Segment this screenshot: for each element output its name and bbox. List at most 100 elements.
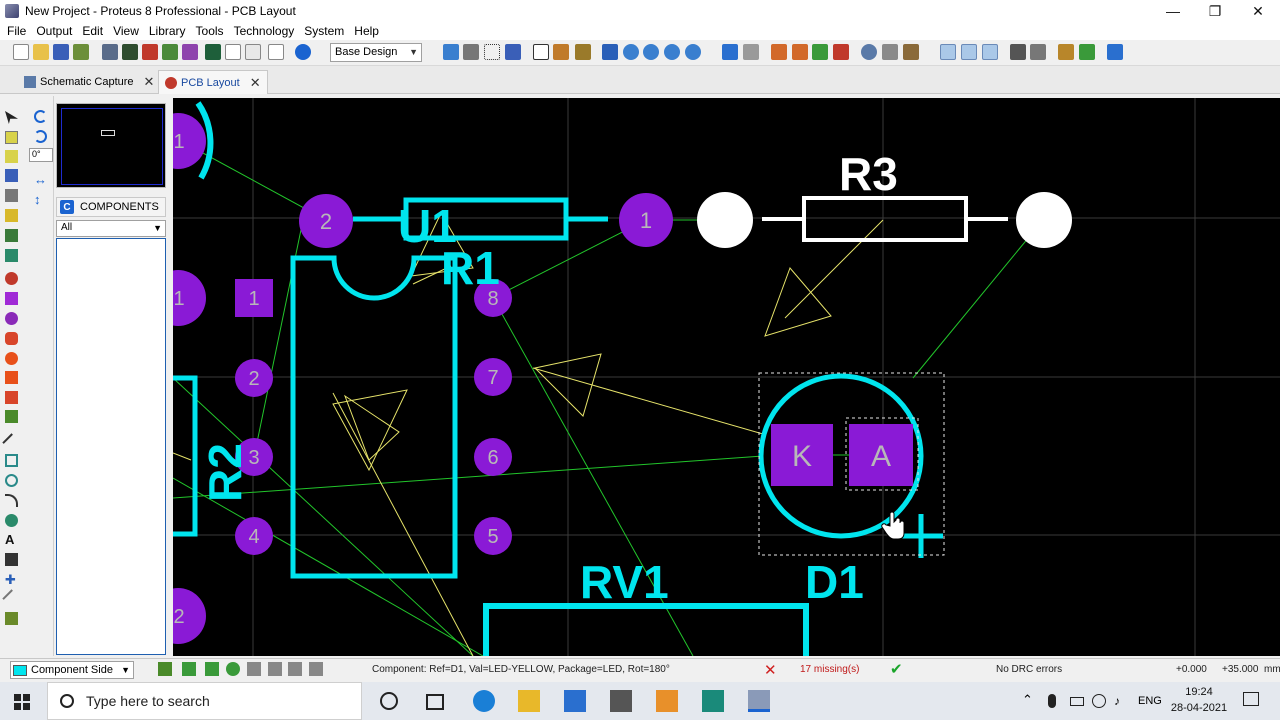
dimension-tool-icon[interactable] bbox=[2, 589, 21, 608]
new-file-icon[interactable] bbox=[13, 44, 29, 60]
marker-tool-icon[interactable]: ✚ bbox=[5, 573, 18, 586]
menu-technology[interactable]: Technology bbox=[229, 24, 300, 38]
mirror-horizontal-icon[interactable]: ↔ bbox=[34, 173, 47, 186]
track-mode-icon[interactable] bbox=[5, 169, 18, 182]
play-icon[interactable] bbox=[182, 662, 196, 676]
menu-system[interactable]: System bbox=[299, 24, 349, 38]
microphone-icon[interactable] bbox=[1048, 694, 1056, 708]
menu-view[interactable]: View bbox=[108, 24, 144, 38]
circle-tool-icon[interactable] bbox=[5, 474, 18, 487]
undo-icon[interactable] bbox=[722, 44, 738, 60]
grid-icon[interactable] bbox=[484, 44, 500, 60]
ratsnest-mode-icon[interactable] bbox=[5, 229, 18, 242]
windows-start-icon[interactable] bbox=[14, 694, 30, 710]
drc-status[interactable]: No DRC errors bbox=[996, 664, 1062, 675]
make-package-icon[interactable] bbox=[903, 44, 919, 60]
layers-toggle-icon[interactable] bbox=[158, 662, 172, 676]
menu-edit[interactable]: Edit bbox=[77, 24, 108, 38]
components-picker-button[interactable]: C bbox=[60, 200, 74, 214]
document-icon[interactable] bbox=[268, 44, 284, 60]
connectivity-highlight-icon[interactable] bbox=[5, 249, 18, 262]
layers-stack-icon[interactable] bbox=[5, 410, 18, 423]
metric-icon[interactable] bbox=[533, 44, 549, 60]
measure-icon[interactable] bbox=[268, 662, 282, 676]
task-view-icon[interactable] bbox=[426, 694, 444, 710]
save-all-icon[interactable] bbox=[73, 44, 89, 60]
binoculars-icon[interactable] bbox=[1010, 44, 1026, 60]
dil-pad-icon[interactable] bbox=[5, 312, 18, 325]
false-origin-icon[interactable] bbox=[575, 44, 591, 60]
arc-tool-icon[interactable] bbox=[5, 494, 18, 507]
open-folder-icon[interactable] bbox=[33, 44, 49, 60]
line-tool-icon[interactable] bbox=[2, 433, 21, 452]
polygon-pad-icon[interactable] bbox=[5, 371, 18, 384]
path-tool-icon[interactable] bbox=[5, 514, 18, 527]
rotate-anticlockwise-icon[interactable] bbox=[34, 130, 47, 143]
system-clock[interactable]: 19:24 28-04-2021 bbox=[1168, 684, 1230, 716]
components-filter-dropdown[interactable]: All ▼ bbox=[56, 220, 166, 237]
zone-mode-icon[interactable] bbox=[5, 209, 18, 222]
redo-icon[interactable] bbox=[743, 44, 759, 60]
design-rule-icon[interactable] bbox=[1107, 44, 1123, 60]
network-globe-icon[interactable] bbox=[1092, 694, 1106, 708]
volume-icon[interactable]: ♪ bbox=[1114, 694, 1120, 708]
via-mode-icon[interactable] bbox=[5, 189, 18, 202]
save-icon[interactable] bbox=[53, 44, 69, 60]
copy-icon[interactable] bbox=[792, 44, 808, 60]
notification-icon[interactable] bbox=[1243, 692, 1259, 706]
proteus-taskbar-icon[interactable] bbox=[702, 690, 724, 712]
flip-icon[interactable] bbox=[463, 44, 479, 60]
rotate-clockwise-icon[interactable] bbox=[34, 110, 47, 123]
pick-part-icon[interactable] bbox=[882, 44, 898, 60]
layer-side-dropdown[interactable]: Component Side ▼ bbox=[10, 661, 134, 679]
zoom-all-icon[interactable] bbox=[664, 44, 680, 60]
delete-icon[interactable] bbox=[833, 44, 849, 60]
menu-output[interactable]: Output bbox=[31, 24, 77, 38]
text-tool-icon[interactable]: A bbox=[5, 533, 18, 546]
zoom-out-icon[interactable] bbox=[643, 44, 659, 60]
package-mode-icon[interactable] bbox=[5, 150, 18, 163]
zoom-in-icon[interactable] bbox=[623, 44, 639, 60]
gerber-icon[interactable] bbox=[205, 44, 221, 60]
rotation-input[interactable]: 0° bbox=[29, 148, 53, 162]
help-icon[interactable] bbox=[295, 44, 311, 60]
search-part-icon[interactable] bbox=[861, 44, 877, 60]
layers-icon[interactable] bbox=[505, 44, 521, 60]
paste-icon[interactable] bbox=[812, 44, 828, 60]
store-icon[interactable] bbox=[564, 690, 586, 712]
selection-mode-icon[interactable] bbox=[5, 111, 18, 124]
design-layer-dropdown[interactable]: Base Design ▼ bbox=[330, 43, 422, 62]
bom-icon[interactable] bbox=[162, 44, 178, 60]
overview-window[interactable] bbox=[56, 103, 166, 188]
components-list[interactable] bbox=[56, 238, 166, 655]
refresh-icon[interactable] bbox=[443, 44, 459, 60]
pcb-icon[interactable] bbox=[122, 44, 138, 60]
netlist-icon[interactable] bbox=[1058, 44, 1074, 60]
measure-tool-icon[interactable] bbox=[5, 612, 18, 625]
menu-tools[interactable]: Tools bbox=[191, 24, 229, 38]
show-hidden-icons[interactable]: ⌃ bbox=[1022, 692, 1033, 708]
symbol-tool-icon[interactable] bbox=[5, 553, 18, 566]
pan-icon[interactable] bbox=[602, 44, 618, 60]
origin-icon[interactable] bbox=[553, 44, 569, 60]
design-notes-icon[interactable] bbox=[225, 44, 241, 60]
cross-tool-icon[interactable] bbox=[309, 662, 323, 676]
language-indicator[interactable]: ENG bbox=[1138, 695, 1162, 707]
menu-library[interactable]: Library bbox=[144, 24, 191, 38]
box-tool-icon[interactable] bbox=[5, 454, 18, 467]
taskbar-search-box[interactable]: Type here to search bbox=[47, 682, 362, 720]
3d-viewer-icon[interactable] bbox=[182, 44, 198, 60]
home-icon[interactable] bbox=[102, 44, 118, 60]
edge-pad-icon[interactable] bbox=[5, 332, 18, 345]
tab-pcb-layout[interactable]: PCB Layout ✕ bbox=[158, 70, 268, 94]
pcb-editing-canvas[interactable]: U1 R1 RV1 D1 R2 R3 1 1 2 2 1 1 2 3 4 5 6… bbox=[173, 98, 1280, 656]
battery-icon[interactable] bbox=[1070, 697, 1084, 706]
zoom-area-icon[interactable] bbox=[685, 44, 701, 60]
missing-connections-count[interactable]: 17 missing(s) bbox=[800, 664, 859, 675]
pcb-taskbar-icon[interactable] bbox=[748, 690, 770, 712]
connectivity-icon[interactable] bbox=[1079, 44, 1095, 60]
step-icon[interactable] bbox=[205, 662, 219, 676]
edge-browser-icon[interactable] bbox=[473, 690, 495, 712]
mail-icon[interactable] bbox=[610, 690, 632, 712]
close-tab-icon[interactable]: ✕ bbox=[144, 74, 155, 90]
